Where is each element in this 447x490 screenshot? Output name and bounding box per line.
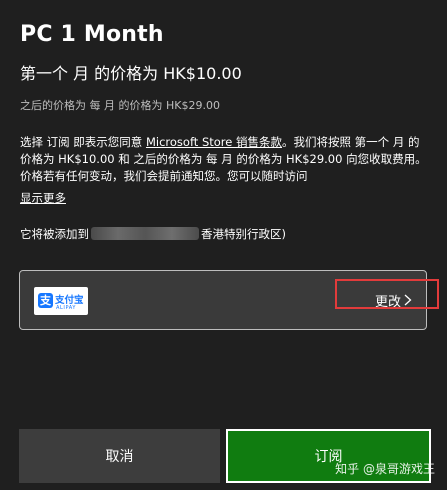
change-highlight-box [335, 279, 439, 309]
show-more-link[interactable]: 显示更多 [20, 190, 66, 206]
account-suffix: 香港特别行政区) [201, 227, 286, 241]
sales-terms-link[interactable]: Microsoft Store 销售条款 [146, 135, 282, 149]
watermark: 知乎 @泉哥游戏王 [335, 462, 435, 476]
alipay-mark-icon: 支 [38, 293, 53, 308]
redacted-account [91, 227, 199, 240]
account-prefix: 它将被添加到 [20, 227, 89, 241]
first-month-price: 第一个 月 的价格为 HK$10.00 [20, 64, 242, 83]
cancel-button[interactable]: 取消 [19, 429, 220, 483]
alipay-name: 支付宝 [55, 295, 84, 306]
terms-text: 选择 订阅 即表示您同意 Microsoft Store 销售条款。我们将按照 … [20, 134, 430, 185]
recurring-price: 之后的价格为 每 月 的价格为 HK$29.00 [20, 99, 220, 112]
account-line: 它将被添加到 香港特别行政区) [20, 226, 430, 242]
terms-prefix: 选择 订阅 即表示您同意 [20, 135, 146, 149]
alipay-logo: 支 支付宝 ALIPAY [34, 287, 88, 315]
product-title: PC 1 Month [20, 22, 164, 47]
alipay-name-en: ALIPAY [56, 305, 77, 311]
